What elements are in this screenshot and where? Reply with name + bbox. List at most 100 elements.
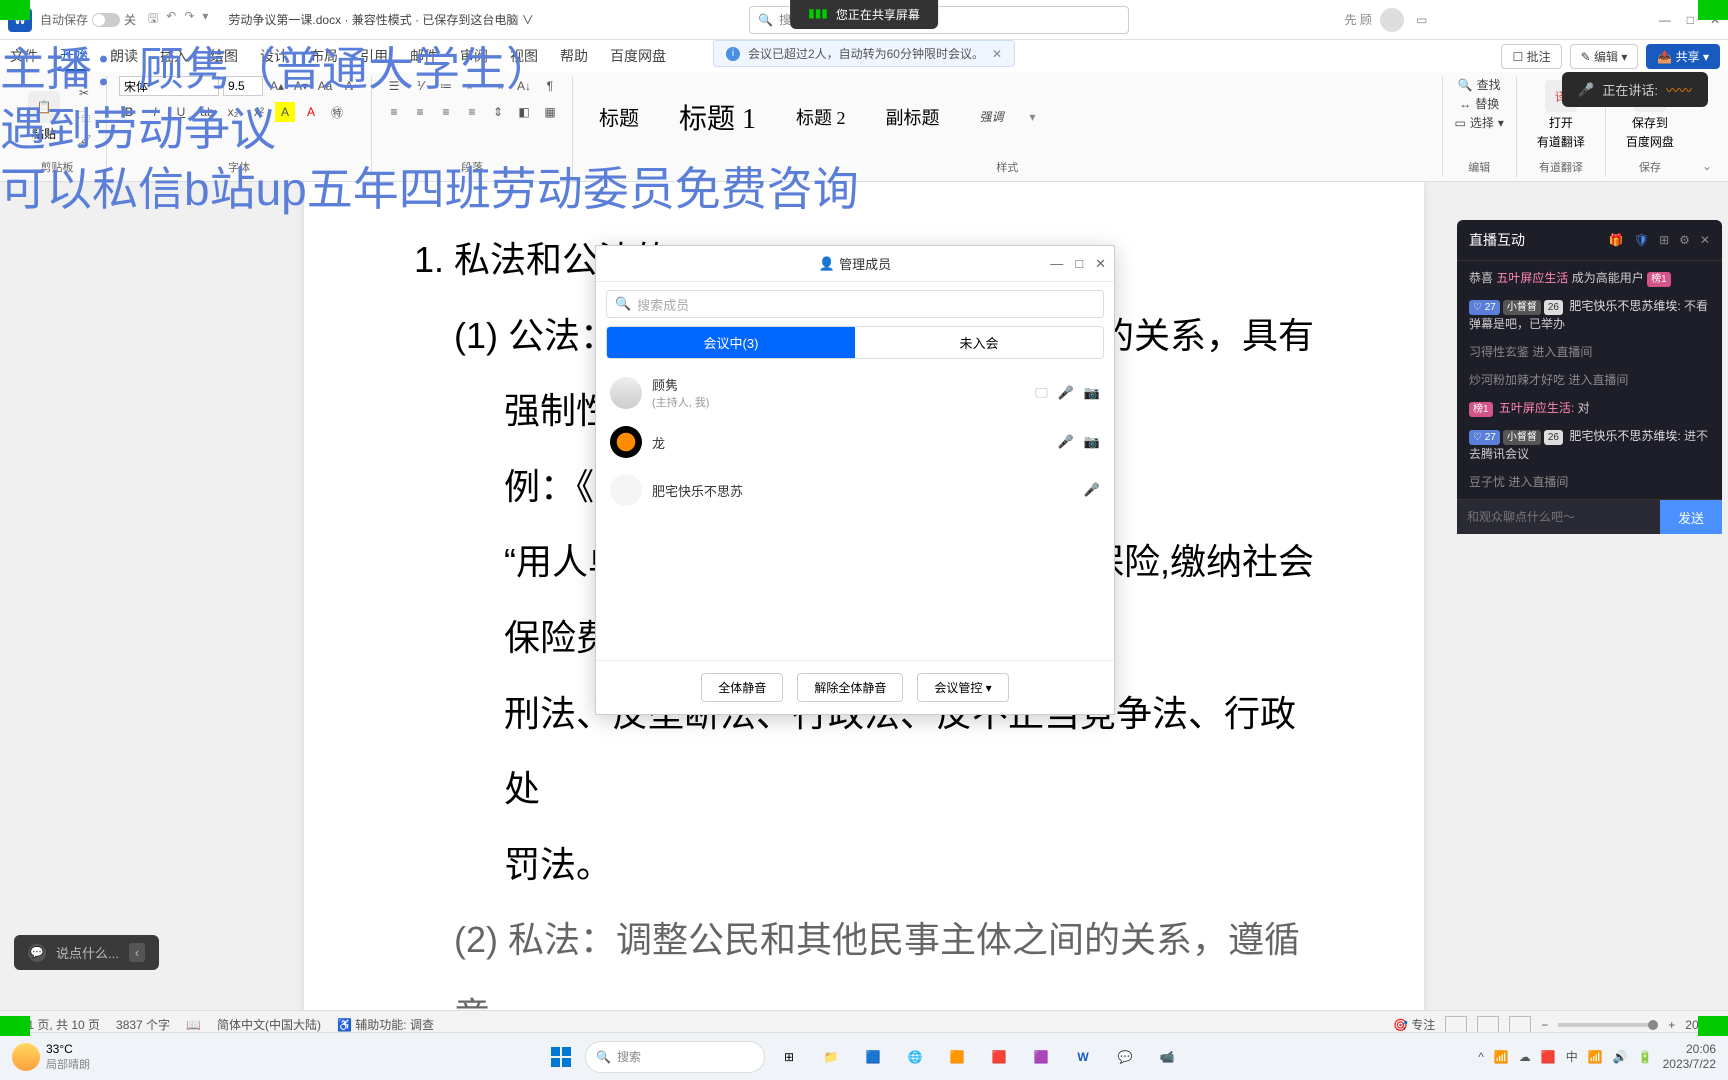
tab-home[interactable]: 开始 — [58, 41, 90, 71]
wifi-icon[interactable]: 📶 — [1588, 1050, 1603, 1064]
font-name-input[interactable] — [119, 76, 219, 96]
livechat-send-button[interactable]: 发送 — [1660, 500, 1722, 534]
filter-icon[interactable]: ⊞ — [1659, 233, 1669, 247]
toggle-icon[interactable] — [92, 13, 120, 27]
grow-font-icon[interactable]: A▴ — [267, 76, 287, 96]
font-color-icon[interactable]: A — [301, 102, 321, 122]
subtitle-bar[interactable]: 💬 说点什么... ‹ — [14, 935, 159, 970]
borders-icon[interactable]: ▦ — [540, 102, 560, 122]
member-row[interactable]: 龙 🎤📷 — [606, 418, 1104, 466]
tray-icon[interactable]: 📶 — [1494, 1050, 1509, 1064]
qat-dropdown-icon[interactable]: ▾ — [202, 9, 208, 30]
member-row[interactable]: 肥宅快乐不思苏 🎤 — [606, 466, 1104, 514]
word-taskbar-icon[interactable]: W — [1065, 1039, 1101, 1075]
notification-close-icon[interactable]: ✕ — [992, 47, 1002, 61]
screen-icon[interactable]: 🖵 — [1035, 385, 1048, 401]
show-marks-icon[interactable]: ¶ — [540, 76, 560, 96]
ime-icon[interactable]: 中 — [1566, 1048, 1578, 1065]
dialog-maximize-icon[interactable]: □ — [1075, 256, 1083, 272]
tab-not-joined[interactable]: 未入会 — [855, 327, 1103, 358]
redo-icon[interactable]: ↷ — [184, 9, 194, 30]
gear-icon[interactable]: ⚙ — [1679, 233, 1690, 247]
align-center-icon[interactable]: ≡ — [410, 102, 430, 122]
volume-icon[interactable]: 🔊 — [1613, 1050, 1628, 1064]
taskbar-search[interactable]: 🔍搜索 — [585, 1041, 765, 1073]
app-icon[interactable]: 🟪 — [1023, 1039, 1059, 1075]
find-button[interactable]: 🔍 查找 — [1458, 76, 1501, 93]
member-row[interactable]: 顾隽(主持人, 我) 🖵🎤📷 — [606, 367, 1104, 418]
clock[interactable]: 20:06 2023/7/22 — [1663, 1042, 1716, 1071]
bullets-icon[interactable]: ☰ — [384, 76, 404, 96]
tab-layout[interactable]: 布局 — [308, 42, 340, 70]
tab-references[interactable]: 引用 — [358, 42, 390, 70]
livechat-messages[interactable]: 恭喜 五叶屏应生活 成为高能用户 榜1 ♡ 27小督督26 肥宅快乐不思苏维埃:… — [1457, 261, 1722, 499]
task-view-icon[interactable]: ⊞ — [771, 1039, 807, 1075]
tencent-meeting-icon[interactable]: 📹 — [1149, 1039, 1185, 1075]
tab-review[interactable]: 审阅 — [458, 42, 490, 70]
select-button[interactable]: ▭ 选择 ▾ — [1455, 114, 1504, 131]
tab-help[interactable]: 帮助 — [558, 42, 590, 70]
undo-icon[interactable]: ↶ — [166, 9, 176, 30]
app-icon[interactable]: 🟧 — [939, 1039, 975, 1075]
tab-in-meeting[interactable]: 会议中(3) — [607, 327, 855, 358]
ribbon-collapse-icon[interactable]: ⌄ — [1694, 155, 1720, 177]
align-right-icon[interactable]: ≡ — [436, 102, 456, 122]
italic-icon[interactable]: I — [145, 102, 165, 122]
gift-icon[interactable]: 🎁 — [1609, 233, 1624, 247]
tab-insert[interactable]: 插入 — [158, 42, 190, 70]
language-indicator[interactable]: 简体中文(中国大陆) — [217, 1016, 321, 1033]
line-spacing-icon[interactable]: ⇕ — [488, 102, 508, 122]
tab-view[interactable]: 视图 — [508, 42, 540, 70]
mic-icon[interactable]: 🎤 — [1084, 482, 1100, 498]
multilevel-icon[interactable]: ≔ — [436, 76, 456, 96]
tray-app-icon[interactable]: 🟥 — [1541, 1050, 1556, 1064]
underline-icon[interactable]: U — [171, 102, 191, 122]
word-count[interactable]: 3837 个字 — [116, 1016, 170, 1033]
minimize-button[interactable]: — — [1659, 13, 1671, 27]
share-button[interactable]: 📤 共享 ▾ — [1646, 44, 1720, 69]
align-justify-icon[interactable]: ≡ — [462, 102, 482, 122]
dialog-close-icon[interactable]: ✕ — [1095, 256, 1106, 272]
battery-icon[interactable]: 🔋 — [1638, 1050, 1653, 1064]
clear-format-icon[interactable]: A̷ — [339, 76, 359, 96]
autosave-toggle[interactable]: 自动保存 关 — [40, 11, 136, 28]
cut-icon[interactable]: ✂ — [74, 83, 94, 103]
subtitle-expand-icon[interactable]: ‹ — [129, 943, 145, 962]
shrink-font-icon[interactable]: A▾ — [291, 76, 311, 96]
start-button[interactable] — [543, 1039, 579, 1075]
format-painter-icon[interactable]: 🖌 — [74, 131, 94, 151]
enclose-icon[interactable]: ㊕ — [327, 102, 347, 122]
app-icon[interactable]: 🟦 — [855, 1039, 891, 1075]
mic-icon[interactable]: 🎤 — [1058, 434, 1074, 450]
style-emphasis[interactable]: 强调 — [966, 104, 1018, 129]
app-icon[interactable]: 🟥 — [981, 1039, 1017, 1075]
maximize-button[interactable]: □ — [1687, 13, 1694, 27]
style-heading2[interactable]: 标题 2 — [782, 100, 860, 134]
bold-icon[interactable]: B — [119, 102, 139, 122]
highlight-icon[interactable]: A — [275, 102, 295, 122]
dialog-minimize-icon[interactable]: — — [1050, 256, 1063, 272]
mic-icon[interactable]: 🎤 — [1058, 385, 1074, 401]
focus-mode[interactable]: 🎯 专注 — [1393, 1016, 1435, 1033]
read-mode-icon[interactable] — [1445, 1016, 1467, 1034]
camera-icon[interactable]: 📷 — [1084, 385, 1100, 401]
tab-file[interactable]: 文件 — [8, 42, 40, 70]
style-heading[interactable]: 标题 — [585, 98, 653, 135]
style-subtitle[interactable]: 副标题 — [872, 100, 954, 134]
change-case-icon[interactable]: Aa — [315, 76, 335, 96]
numbering-icon[interactable]: ⅟ — [410, 76, 430, 96]
unmute-all-button[interactable]: 解除全体静音 — [797, 673, 903, 702]
indent-left-icon[interactable]: ⇤ — [462, 76, 482, 96]
tab-mail[interactable]: 邮件 — [408, 42, 440, 70]
paste-button[interactable]: 📋 粘贴 — [20, 87, 68, 146]
livechat-input[interactable] — [1457, 500, 1660, 534]
copy-icon[interactable]: ⿻ — [74, 107, 94, 127]
mute-all-button[interactable]: 全体静音 — [701, 673, 783, 702]
shading-icon[interactable]: ◧ — [514, 102, 534, 122]
font-size-input[interactable] — [223, 76, 263, 96]
camera-icon[interactable]: 📷 — [1084, 434, 1100, 450]
weather-widget[interactable]: 33°C 局部晴朗 — [12, 1042, 90, 1072]
indent-right-icon[interactable]: ⇥ — [488, 76, 508, 96]
replace-button[interactable]: ↔ 替换 — [1459, 95, 1499, 112]
explorer-icon[interactable]: 📁 — [813, 1039, 849, 1075]
